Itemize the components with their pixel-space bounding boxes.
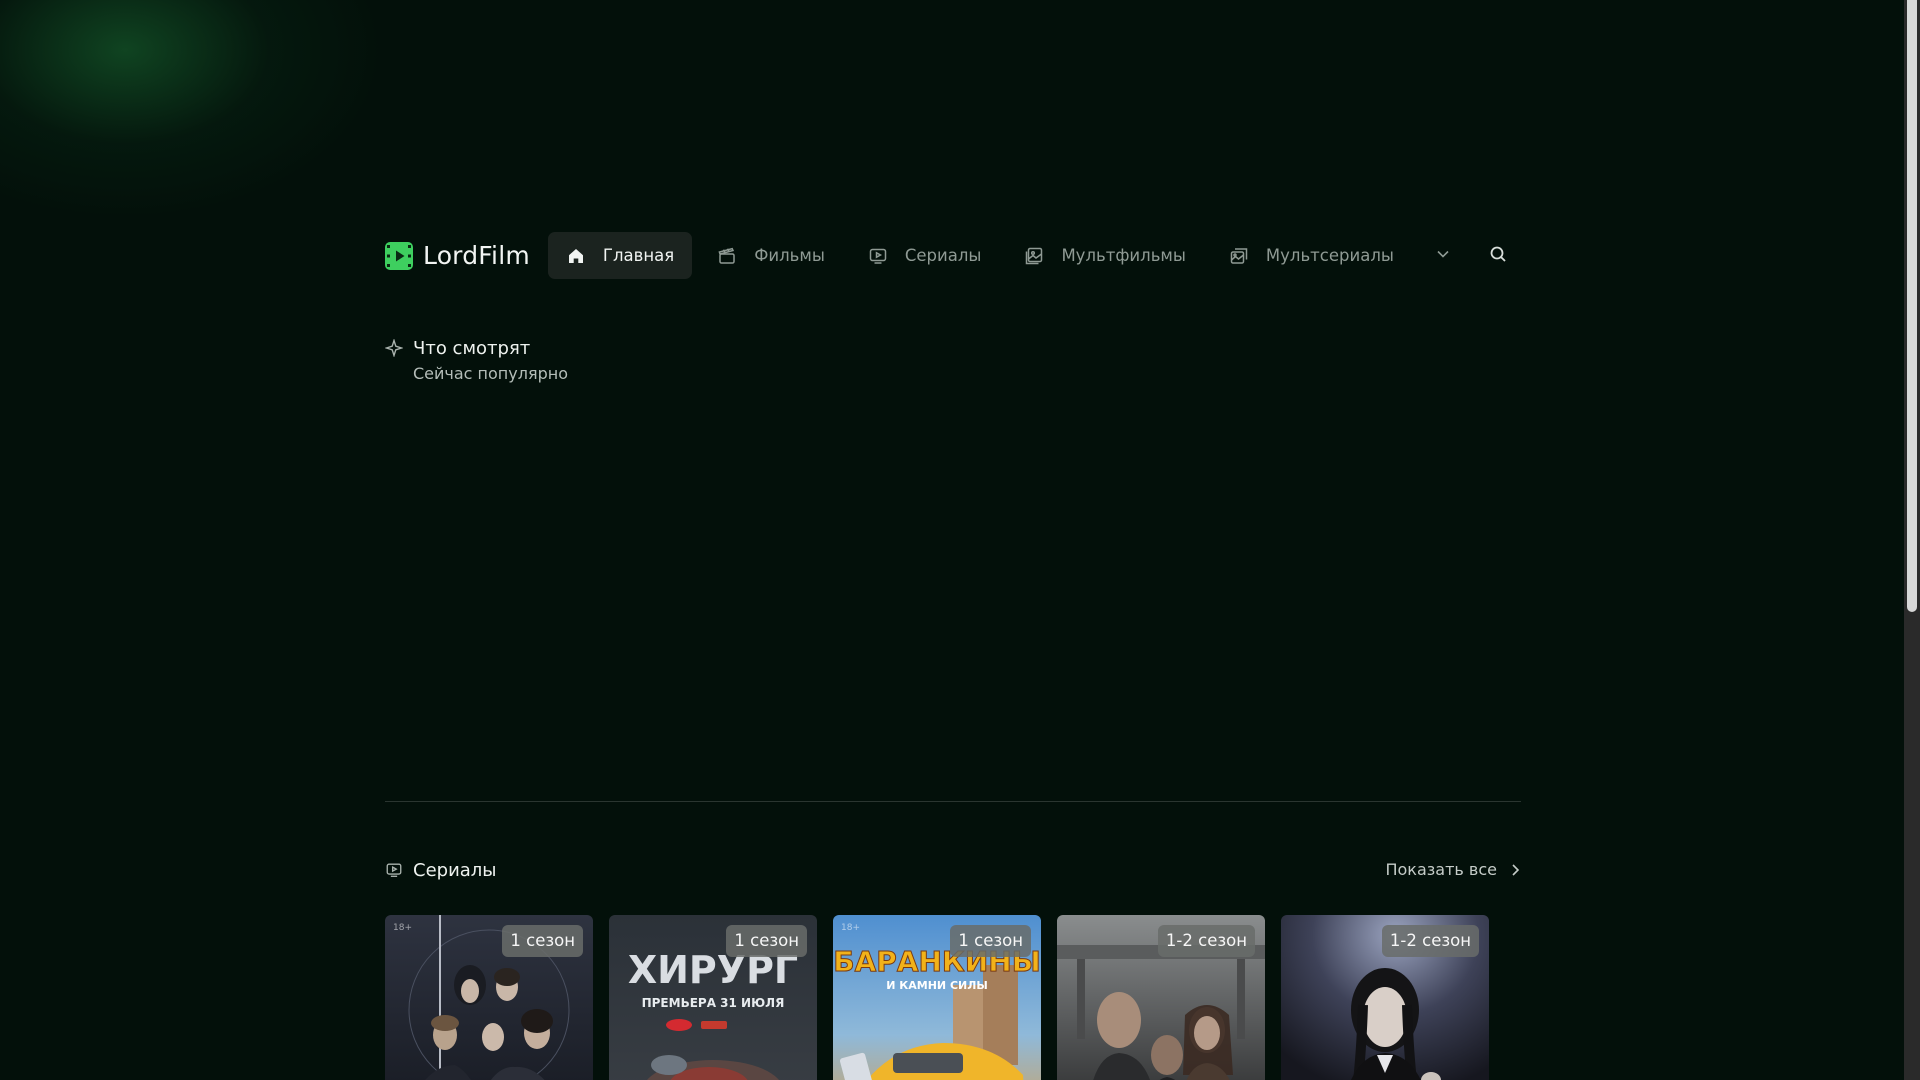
series-card[interactable]: 1-2 сезон: [1281, 915, 1489, 1080]
series-section-header: Сериалы Показать все: [385, 860, 1521, 882]
series-card-list: 18+ 1 сезон ХИРУРГ ПРЕМЬЕРА 31 ИЮЛЯ 1 се…: [385, 915, 1505, 1080]
nav-item-series[interactable]: Сериалы: [850, 232, 1000, 279]
chevron-down-icon: [1435, 246, 1451, 266]
logo-link[interactable]: LordFilm: [385, 232, 530, 279]
season-badge: 1 сезон: [502, 925, 583, 957]
series-card[interactable]: 1-2 сезон: [1057, 915, 1265, 1080]
site-header: LordFilm Главная Фильмы Сериалы Мультфил…: [385, 232, 1521, 279]
nav-item-home[interactable]: Главная: [547, 232, 693, 279]
age-rating: 18+: [841, 923, 860, 933]
nav-more-button[interactable]: [1425, 232, 1461, 279]
nav-label: Главная: [602, 246, 675, 265]
series-card[interactable]: БАРАНКИНЫ И КАМНИ СИЛЫ 18+ 1 сезон: [833, 915, 1041, 1080]
poster-subtitle: ПРЕМЬЕРА 31 ИЮЛЯ: [642, 996, 785, 1010]
nav-item-cartoons[interactable]: Мультфильмы: [1006, 232, 1203, 279]
poster-subtitle: И КАМНИ СИЛЫ: [886, 979, 988, 992]
sparkle-icon: [384, 338, 404, 358]
logo-text: LordFilm: [423, 241, 530, 270]
scrollbar-thumb[interactable]: [1907, 0, 1917, 612]
tv-icon: [385, 861, 403, 879]
tv-icon: [868, 246, 888, 266]
nav-label: Сериалы: [904, 246, 982, 265]
trending-title: Что смотрят: [413, 338, 531, 359]
trending-subtitle: Сейчас популярно: [413, 364, 568, 383]
show-all-link[interactable]: Показать все: [1385, 860, 1521, 879]
home-icon: [566, 246, 586, 266]
age-rating: 18+: [393, 923, 412, 933]
search-icon: [1489, 245, 1507, 267]
section-divider: [385, 801, 1521, 802]
nav-item-movies[interactable]: Фильмы: [699, 232, 843, 279]
series-card[interactable]: ХИРУРГ ПРЕМЬЕРА 31 ИЮЛЯ 1 сезон: [609, 915, 817, 1080]
season-badge: 1 сезон: [950, 925, 1031, 957]
season-badge: 1-2 сезон: [1157, 925, 1255, 957]
image-icon: [1024, 246, 1044, 266]
clapperboard-icon: [717, 246, 737, 266]
nav-item-animated-series[interactable]: Мультсериалы: [1211, 232, 1412, 279]
images-icon: [1229, 246, 1249, 266]
page-scrollbar[interactable]: [1904, 0, 1920, 1080]
section-title: Сериалы: [413, 860, 497, 881]
nav-label: Мультсериалы: [1265, 246, 1394, 265]
nav-label: Мультфильмы: [1061, 246, 1186, 265]
show-all-label: Показать все: [1385, 860, 1497, 879]
play-logo-icon: [385, 241, 413, 270]
page: LordFilm Главная Фильмы Сериалы Мультфил…: [0, 0, 1920, 1080]
main-nav: Главная Фильмы Сериалы Мультфильмы Мульт…: [547, 232, 1461, 279]
season-badge: 1-2 сезон: [1381, 925, 1479, 957]
chevron-right-icon: [1509, 862, 1521, 878]
search-button[interactable]: [1474, 232, 1521, 279]
series-card[interactable]: 18+ 1 сезон: [385, 915, 593, 1080]
nav-label: Фильмы: [754, 246, 825, 265]
season-badge: 1 сезон: [726, 925, 807, 957]
